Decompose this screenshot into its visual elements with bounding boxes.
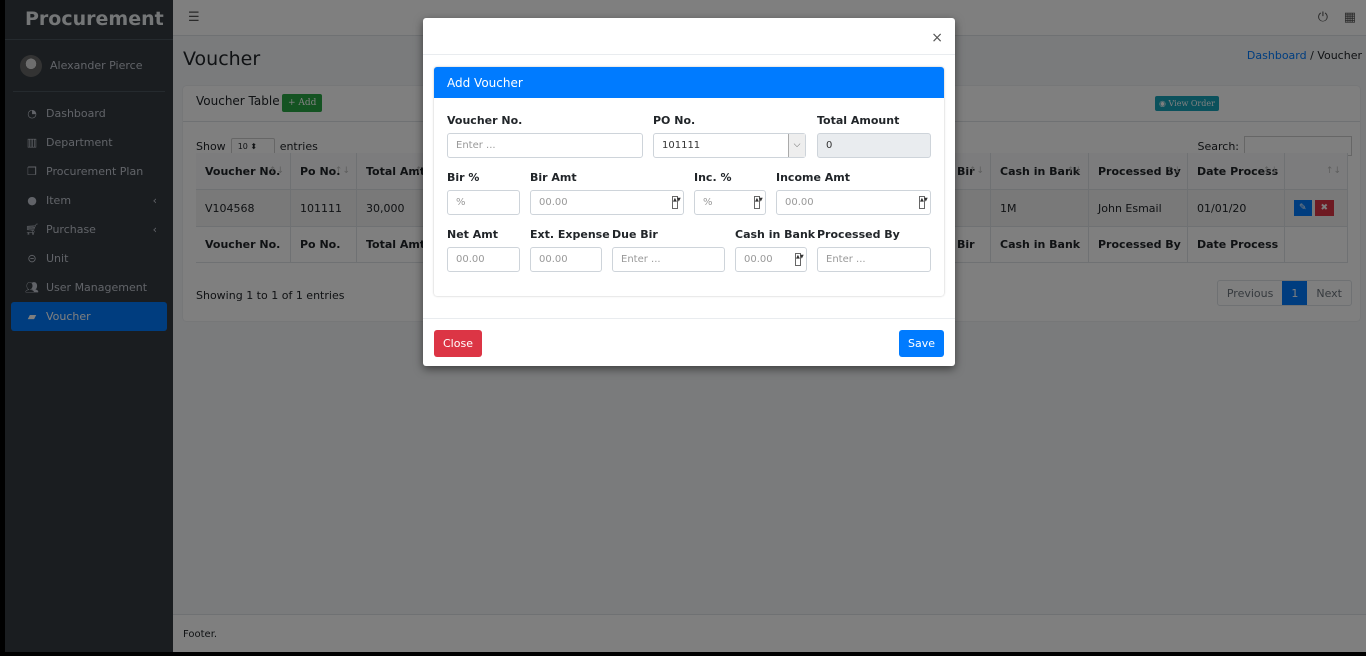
ext-expense-label: Ext. Expense [530,228,610,241]
due-bir-label: Due Bir [612,228,658,241]
voucher-no-label: Voucher No. [447,114,523,127]
po-no-label: PO No. [653,114,696,127]
placeholder: 00.00 [539,197,568,208]
placeholder: 00.00 [744,254,773,265]
po-no-select[interactable]: 101111 ⌵ [653,133,806,158]
inc-pct-label: Inc. % [694,171,732,184]
placeholder: % [703,197,713,208]
net-amt-input[interactable]: 00.00 [447,247,520,272]
save-button[interactable]: Save [898,330,944,357]
total-amount-value: 0 [826,140,833,151]
taskbar [0,652,1366,656]
bir-pct-label: Bir % [447,171,480,184]
income-amt-label: Income Amt [776,171,850,184]
cash-in-bank-input[interactable]: 00.00 ▲▼ [735,247,807,272]
processed-by-input[interactable]: Enter ... [817,247,931,272]
chevron-down-icon: ⌵ [788,134,805,157]
close-icon[interactable]: × [931,30,943,46]
total-amount-label: Total Amount [817,114,900,127]
net-amt-label: Net Amt [447,228,498,241]
add-voucher-form: Add Voucher Voucher No. Enter ... PO No.… [434,67,944,296]
total-amount-input: 0 [817,133,931,158]
income-amt-input[interactable]: 00.00 ▲▼ [776,190,931,215]
cash-in-bank-label: Cash in Bank [735,228,816,241]
add-voucher-modal: × Add Voucher Voucher No. Enter ... PO N… [423,18,955,366]
placeholder: 00.00 [785,197,814,208]
ext-expense-input[interactable]: 00.00 [530,247,602,272]
inc-pct-input[interactable]: % ▲▼ [694,190,766,215]
form-title: Add Voucher [434,67,944,98]
close-button[interactable]: Close [434,330,482,357]
bir-amt-input[interactable]: 00.00 ▲▼ [530,190,684,215]
po-no-value: 101111 [662,140,701,151]
bir-amt-label: Bir Amt [530,171,577,184]
due-bir-input[interactable]: Enter ... [612,247,725,272]
voucher-no-input[interactable]: Enter ... [447,133,643,158]
spinner-icon[interactable]: ▲▼ [795,253,804,266]
processed-by-label: Processed By [817,228,900,241]
spinner-icon[interactable]: ▲▼ [919,196,928,209]
spinner-icon[interactable]: ▲▼ [672,196,681,209]
spinner-icon[interactable]: ▲▼ [754,196,763,209]
bir-pct-input[interactable]: % [447,190,520,215]
